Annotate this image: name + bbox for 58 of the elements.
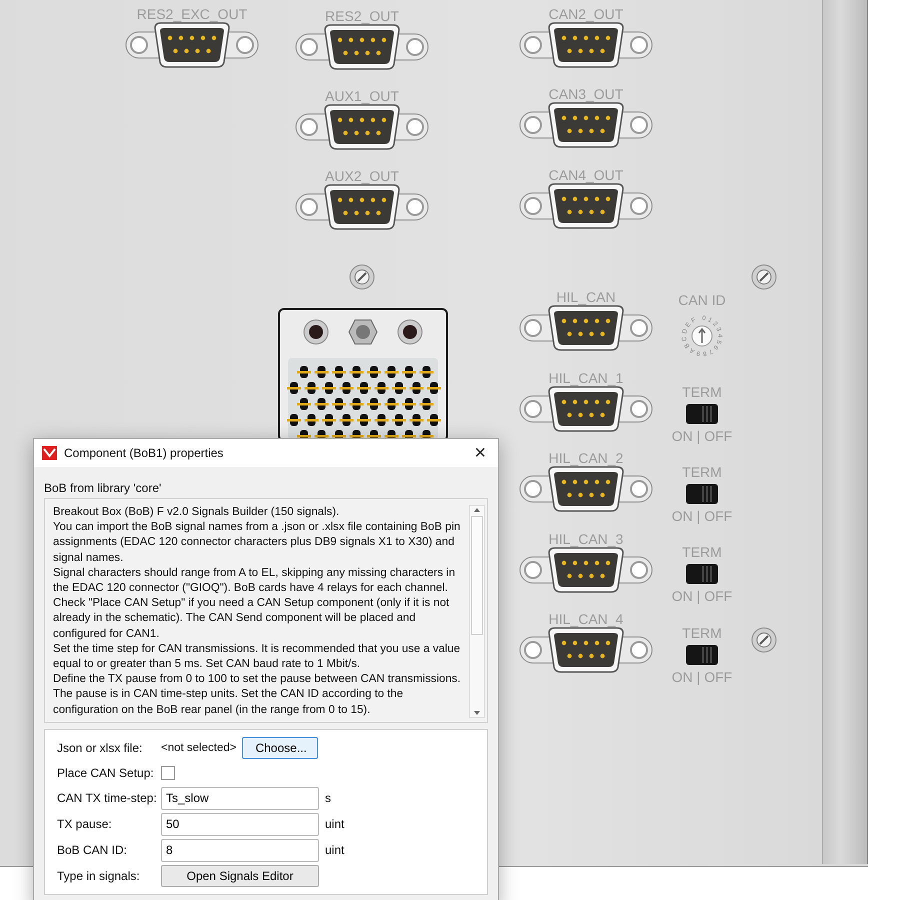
screw-icon — [751, 264, 777, 290]
term-label: TERM — [682, 544, 722, 560]
slide-switch-icon — [685, 403, 719, 425]
description-text: Set the time step for CAN transmissions. It is recommended that you use a value equal to or greater than 5 ms. Set CAN baud rate to 1 Mbit/s. — [53, 642, 462, 672]
connector-label: HIL_CAN_1 — [548, 370, 624, 386]
connector-label: RES2_OUT — [325, 8, 399, 24]
field-label: TX pause: — [57, 817, 113, 832]
scrollbar[interactable] — [469, 505, 485, 718]
description-text: You can import the BoB signal names from a .json or .xlsx file containing BoB pin assignments (EDAC 120 connector characters plus DB9 signals X1 to X30) and signal names. — [53, 520, 462, 566]
on-off-label: ON | OFF — [672, 428, 732, 444]
checkbox[interactable] — [161, 766, 175, 780]
on-off-label: ON | OFF — [672, 669, 732, 685]
open-editor-button[interactable]: Open Signals Editor — [161, 864, 319, 887]
input-field[interactable]: 8 — [161, 838, 319, 862]
description-text: Define the TX pause from 0 to 100 to set the pause between CAN transmissions. The pause is in CAN time-step units. Set the CAN ID according to the configuration on the BoB rear panel (in the range from 0 to 15). — [53, 672, 462, 718]
connector-label: HIL_CAN_2 — [548, 450, 624, 466]
file-name-text: <not selected> — [161, 742, 236, 754]
term-label: TERM — [682, 384, 722, 400]
field-label: BoB CAN ID: — [57, 843, 128, 858]
connector-label: CAN3_OUT — [548, 86, 624, 102]
field-label: Place CAN Setup: — [57, 766, 155, 780]
input-field[interactable]: Ts_slow — [161, 786, 319, 810]
connector-label: AUX2_OUT — [325, 168, 399, 184]
term-label: TERM — [682, 625, 722, 641]
scroll-up-icon[interactable] — [472, 506, 482, 514]
app-logo-icon — [42, 446, 57, 460]
dialog-title: Component (BoB1) properties — [64, 446, 224, 460]
input-field[interactable]: 50 — [161, 812, 319, 836]
slide-switch-icon — [685, 563, 719, 585]
library-label: BoB from library 'core' — [44, 481, 162, 495]
screw-icon — [751, 627, 777, 653]
slide-switch-icon — [685, 644, 719, 666]
term-label: TERM — [682, 464, 722, 480]
connector-label: HIL_CAN — [556, 289, 616, 305]
close-button[interactable]: × — [470, 443, 490, 463]
connector-label: RES2_EXC_OUT — [136, 6, 248, 22]
on-off-label: ON | OFF — [672, 588, 732, 604]
on-off-label: ON | OFF — [672, 508, 732, 524]
connector-label: CAN4_OUT — [548, 167, 624, 183]
connector-label: CAN2_OUT — [548, 6, 624, 22]
can-id-label: CAN ID — [678, 292, 726, 308]
field-label: Type in signals: — [57, 868, 141, 883]
connector-label: AUX1_OUT — [325, 88, 399, 104]
connector-label: HIL_CAN_3 — [548, 531, 624, 547]
unit-label: uint — [324, 817, 346, 832]
screw-icon — [349, 264, 375, 290]
description-text: Signal characters should range from A to EL, skipping any missing characters in the EDAC 120 connector ("GIOQ"). BoB cards have 4 relays for each channel. — [53, 566, 456, 596]
field-label: Json or xlsx file: — [57, 740, 144, 755]
scrollbar-thumb[interactable] — [471, 516, 483, 635]
field-label: CAN TX time-step: — [57, 791, 158, 806]
unit-label: uint — [324, 843, 346, 858]
slide-switch-icon — [685, 483, 719, 505]
unit-label: s — [324, 791, 332, 806]
scroll-down-icon[interactable] — [472, 708, 482, 717]
choose-button[interactable]: Choose... — [242, 736, 318, 759]
connector-label: HIL_CAN_4 — [548, 611, 624, 627]
description-text: Check "Place CAN Setup" if you need a CAN Setup component (only if it is not already in the schematic). The CAN Send component will be placed and configured for CAN1. — [53, 596, 450, 642]
description-text: Breakout Box (BoB) F v2.0 Signals Builder (150 signals). — [53, 505, 340, 520]
